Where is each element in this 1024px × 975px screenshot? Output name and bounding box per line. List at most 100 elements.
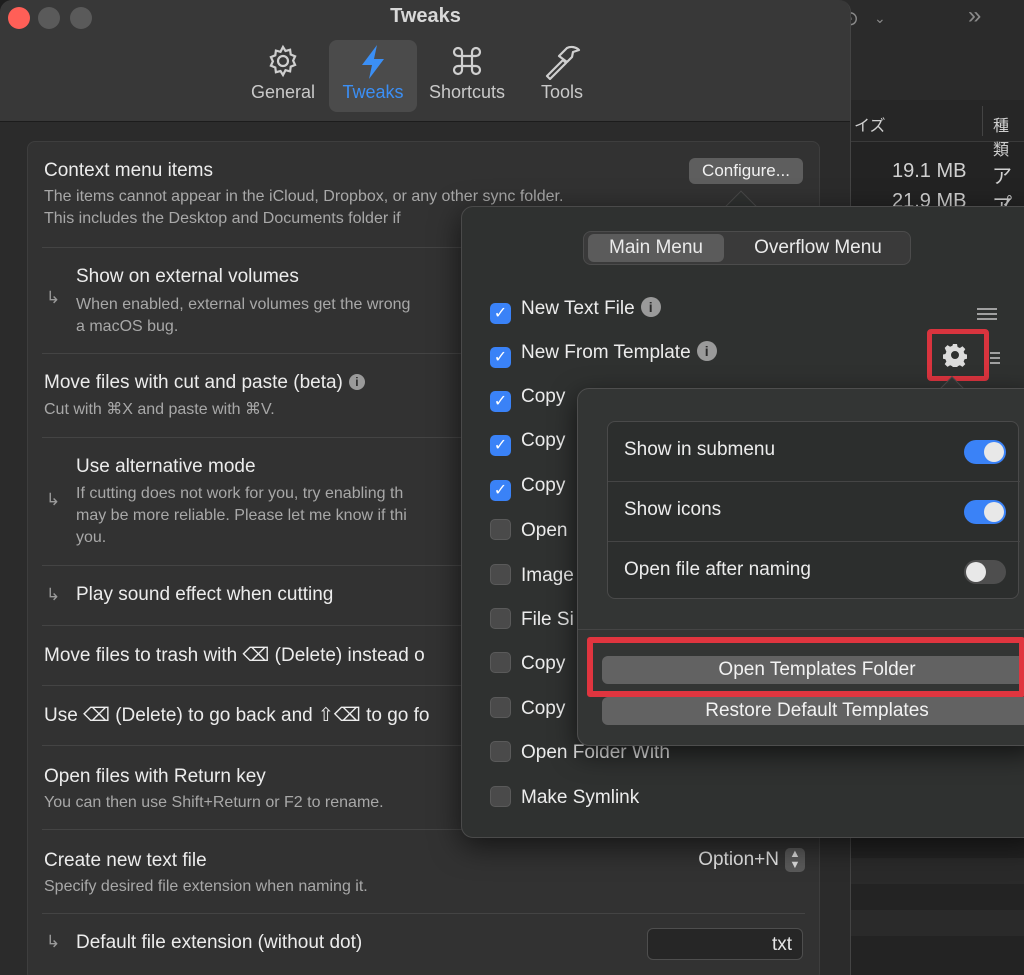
setting-description: This includes the Desktop and Documents …	[44, 210, 401, 227]
sub-arrow-icon: ↳	[46, 585, 61, 604]
tab-label: Shortcuts	[428, 82, 506, 102]
menu-item[interactable]: ✓ Copy	[490, 475, 565, 505]
menu-item-label: Make Symlink	[521, 787, 640, 808]
configure-button[interactable]: Configure...	[689, 158, 803, 184]
checkbox[interactable]	[490, 608, 511, 629]
divider	[578, 629, 1024, 630]
menu-item-label: New Text File	[521, 298, 635, 319]
option-show-in-submenu[interactable]: Show in submenu	[608, 422, 1020, 482]
bolt-icon	[329, 40, 417, 82]
setting-title: Create new text file	[44, 850, 207, 871]
tab-label: Tweaks	[342, 82, 404, 102]
setting-title: Default file extension (without dot)	[76, 932, 363, 953]
option-label: Show icons	[624, 499, 722, 520]
drag-handle-icon[interactable]	[977, 308, 997, 320]
highlight-box	[587, 637, 1024, 697]
setting-title: Move files to trash with ⌫ (Delete) inst…	[44, 645, 425, 666]
overflow-chevron-icon[interactable]: »	[968, 2, 981, 30]
checkbox[interactable]	[490, 741, 511, 762]
setting-title: Context menu items	[44, 160, 213, 181]
tab-general[interactable]: General	[239, 40, 327, 112]
restore-default-templates-button[interactable]: Restore Default Templates	[602, 697, 1024, 725]
setting-description: If cutting does not work for you, try en…	[76, 485, 404, 502]
info-icon[interactable]: i	[640, 297, 661, 317]
checkbox[interactable]: ✓	[490, 303, 511, 324]
menu-item-label: Copy	[521, 475, 566, 496]
toggle-knob	[984, 502, 1004, 522]
column-kind[interactable]: 種類	[982, 106, 1024, 159]
setting-title: Use ⌫ (Delete) to go back and ⇧⌫ to go f…	[44, 705, 430, 726]
segment-overflow-menu[interactable]: Overflow Menu	[730, 234, 906, 262]
setting-description: The items cannot appear in the iCloud, D…	[44, 188, 564, 205]
menu-item[interactable]: ✓ Copy	[490, 386, 565, 416]
menu-item[interactable]: ✓ Copy	[490, 430, 565, 460]
setting-description: a macOS bug.	[76, 318, 179, 335]
menu-item-label: Copy	[521, 698, 566, 719]
menu-segmented-control: Main Menu Overflow Menu	[583, 231, 911, 265]
tab-label: Tools	[540, 82, 584, 102]
menu-item-new-from-template[interactable]: ✓ New From Template i	[490, 341, 717, 371]
column-size[interactable]: イズ	[854, 112, 886, 136]
option-label: Open file after naming	[624, 559, 811, 580]
menu-item[interactable]: Copy	[490, 697, 565, 727]
gear-icon[interactable]	[942, 343, 968, 370]
open-after-naming-toggle[interactable]	[964, 560, 1006, 584]
menu-item-label: Copy	[521, 430, 566, 451]
setting-description: You can then use Shift+Return or F2 to r…	[44, 794, 384, 811]
checkbox[interactable]: ✓	[490, 435, 511, 456]
show-in-submenu-toggle[interactable]	[964, 440, 1006, 464]
setting-title: Use alternative mode	[76, 456, 256, 477]
toggle-knob	[984, 442, 1004, 462]
tab-tweaks[interactable]: Tweaks	[329, 40, 417, 112]
tab-label: General	[250, 82, 316, 102]
checkbox[interactable]	[490, 564, 511, 585]
setting-title: Open files with Return key	[44, 766, 266, 787]
info-icon[interactable]: i	[696, 341, 717, 361]
show-icons-toggle[interactable]	[964, 500, 1006, 524]
setting-description: When enabled, external volumes get the w…	[76, 296, 411, 313]
checkbox[interactable]: ✓	[490, 480, 511, 501]
stepper-icon[interactable]: ▲ ▼	[785, 848, 805, 872]
checkbox[interactable]	[490, 519, 511, 540]
row-size: 19.1 MB	[892, 160, 967, 182]
menu-item-make-symlink[interactable]: Make Symlink	[490, 786, 639, 816]
screen: ⊙ ⌄ » イズ 種類 19.1 MB アプ 21.9 MB アプ Tweaks	[0, 0, 1024, 975]
template-options-group: Show in submenu Show icons Open file aft…	[607, 421, 1020, 602]
checkbox[interactable]: ✓	[490, 391, 511, 412]
option-show-icons[interactable]: Show icons	[608, 482, 1020, 542]
extension-input[interactable]: txt	[647, 928, 803, 960]
menu-item-label: Copy	[521, 386, 566, 407]
toggle-knob	[966, 562, 986, 582]
checkbox[interactable]	[490, 652, 511, 673]
menu-item[interactable]: Copy	[490, 652, 565, 682]
tab-shortcuts[interactable]: Shortcuts	[423, 40, 511, 112]
shortcut-recorder[interactable]: Option+N ▲ ▼	[698, 848, 805, 872]
setting-default-extension: ↳ Default file extension (without dot) t…	[42, 914, 805, 974]
option-open-after-naming[interactable]: Open file after naming	[608, 542, 1020, 602]
gear-icon	[239, 40, 327, 82]
drag-handle-icon[interactable]	[990, 352, 1000, 364]
setting-new-text-file: Create new text file Specify desired fil…	[42, 830, 805, 914]
chevron-down-icon[interactable]: ⌄	[874, 10, 886, 27]
menu-item-label: New From Template	[521, 342, 691, 363]
info-icon[interactable]: i	[348, 374, 365, 390]
menu-item[interactable]: Image	[490, 564, 574, 594]
menu-item-label: File Si	[521, 609, 574, 630]
menu-item[interactable]: Open	[490, 519, 567, 549]
menu-item-new-text-file[interactable]: ✓ New Text File i	[490, 297, 661, 327]
sub-arrow-icon: ↳	[46, 288, 61, 307]
setting-title: Play sound effect when cutting	[76, 584, 334, 605]
menu-item-label: Copy	[521, 653, 566, 674]
window-title: Tweaks	[390, 5, 461, 27]
menu-item-label: Image	[521, 565, 574, 586]
checkbox[interactable]	[490, 786, 511, 807]
sub-arrow-icon: ↳	[46, 932, 61, 951]
checkbox[interactable]: ✓	[490, 347, 511, 368]
checkbox[interactable]	[490, 697, 511, 718]
segment-main-menu[interactable]: Main Menu	[588, 234, 724, 262]
tab-tools[interactable]: Tools	[518, 40, 606, 112]
hammer-icon	[518, 40, 606, 82]
menu-item[interactable]: File Si	[490, 608, 574, 638]
option-label: Show in submenu	[624, 439, 776, 460]
setting-description: you.	[76, 529, 107, 546]
